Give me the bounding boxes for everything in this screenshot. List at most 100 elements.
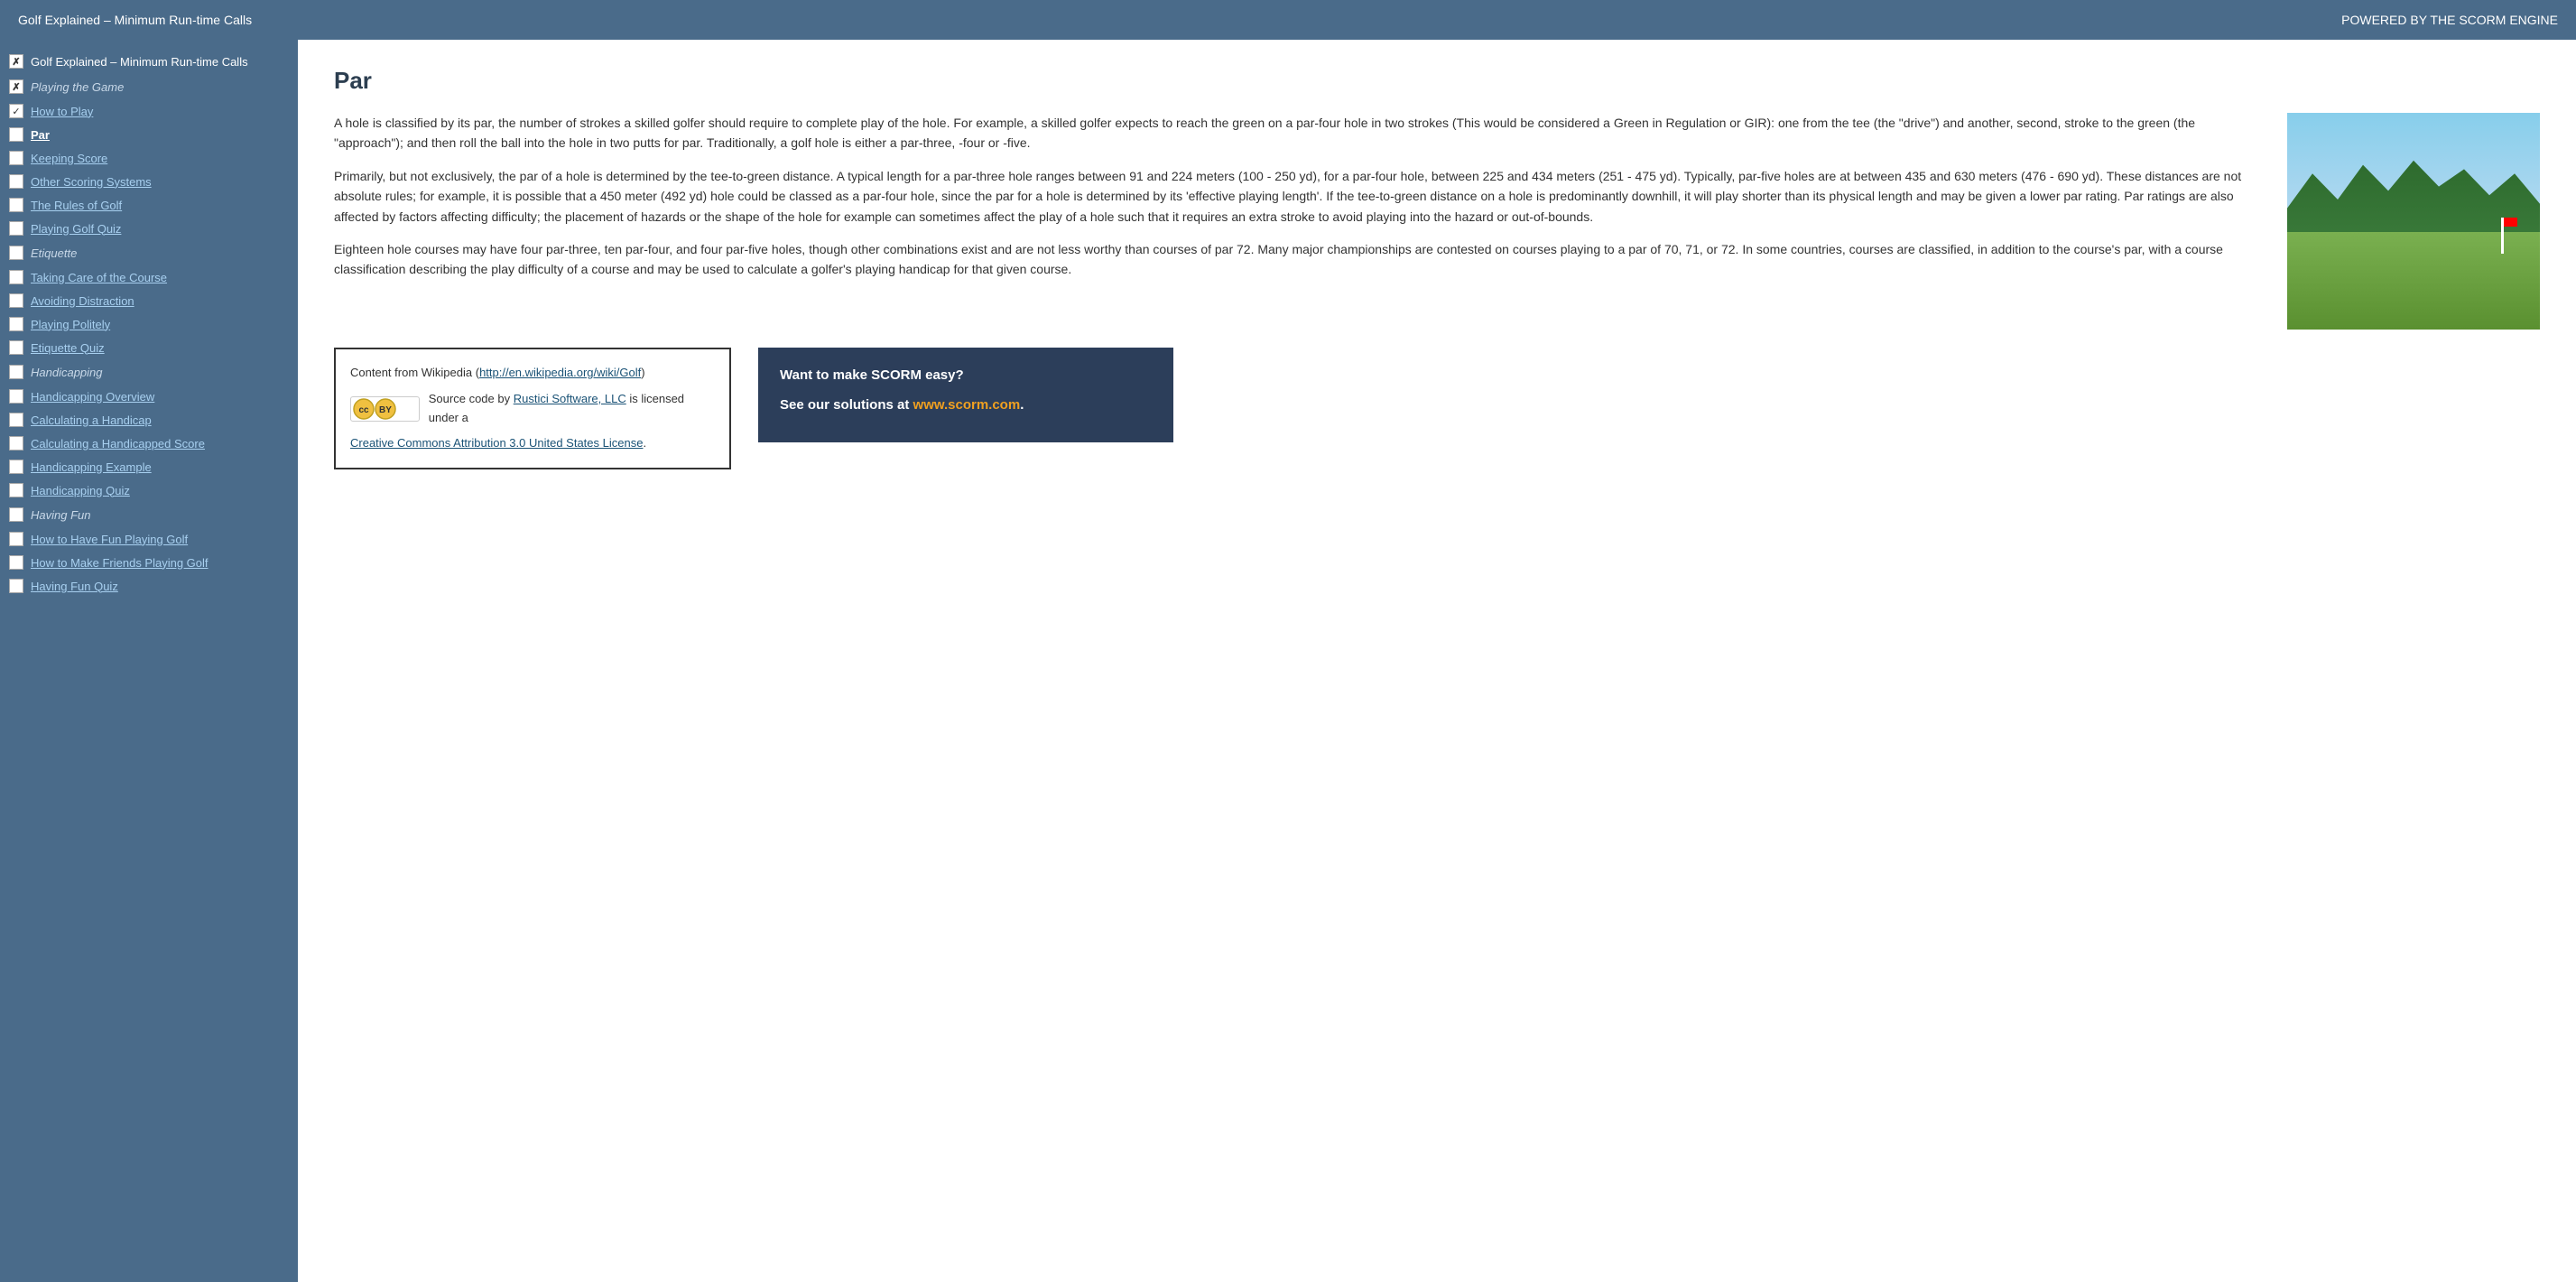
item-link-2-1[interactable]: Calculating a Handicap xyxy=(31,413,152,427)
footer-boxes: Content from Wikipedia (http://en.wikipe… xyxy=(334,348,2540,469)
item-checkbox-2-0 xyxy=(9,389,23,404)
section-checkbox-1 xyxy=(9,246,23,260)
sidebar-item-2-0[interactable]: Handicapping Overview xyxy=(0,385,298,408)
license-link[interactable]: Creative Commons Attribution 3.0 United … xyxy=(350,436,643,450)
item-link-2-2[interactable]: Calculating a Handicapped Score xyxy=(31,437,205,451)
license-row: Creative Commons Attribution 3.0 United … xyxy=(350,434,715,453)
sidebar-item-1-1[interactable]: Avoiding Distraction xyxy=(0,289,298,312)
item-checkbox-1-3 xyxy=(9,340,23,355)
scorm-link[interactable]: www.scorm.com xyxy=(913,397,1021,413)
item-checkbox-0-1 xyxy=(9,127,23,142)
section-checkbox-2 xyxy=(9,365,23,379)
sidebar-item-1-2[interactable]: Playing Politely xyxy=(0,312,298,336)
sidebar-item-3-1[interactable]: How to Make Friends Playing Golf xyxy=(0,551,298,574)
sidebar-item-1-0[interactable]: Taking Care of the Course xyxy=(0,265,298,289)
item-checkbox-2-4 xyxy=(9,483,23,497)
sidebar-item-0-1[interactable]: Par xyxy=(0,123,298,146)
sidebar-section-2: Handicapping xyxy=(0,359,298,385)
page-title: Par xyxy=(334,67,2540,95)
item-link-3-1[interactable]: How to Make Friends Playing Golf xyxy=(31,556,208,570)
sidebar-section-1: Etiquette xyxy=(0,240,298,265)
section-label-3: Having Fun xyxy=(31,508,90,522)
sidebar-item-3-2[interactable]: Having Fun Quiz xyxy=(0,574,298,598)
main-content: Par A hole is classified by its par, the… xyxy=(298,40,2576,1282)
item-checkbox-3-0 xyxy=(9,532,23,546)
powered-by: POWERED BY THE SCORM ENGINE xyxy=(2341,13,2558,27)
item-link-2-4[interactable]: Handicapping Quiz xyxy=(31,484,130,497)
scorm-line2: See our solutions at www.scorm.com. xyxy=(780,395,1152,416)
item-checkbox-2-3 xyxy=(9,460,23,474)
item-checkbox-2-1 xyxy=(9,413,23,427)
top-bar: Golf Explained – Minimum Run-time Calls … xyxy=(0,0,2576,40)
item-checkbox-1-0 xyxy=(9,270,23,284)
item-link-2-3[interactable]: Handicapping Example xyxy=(31,460,152,474)
item-link-2-0[interactable]: Handicapping Overview xyxy=(31,390,154,404)
wikipedia-box: Content from Wikipedia (http://en.wikipe… xyxy=(334,348,731,469)
content-body: A hole is classified by its par, the num… xyxy=(334,113,2540,330)
content-text: A hole is classified by its par, the num… xyxy=(334,113,2260,330)
item-checkbox-0-5 xyxy=(9,221,23,236)
paragraph-3: Eighteen hole courses may have four par-… xyxy=(334,239,2260,280)
section-label-1: Etiquette xyxy=(31,246,77,260)
image-flag xyxy=(2501,218,2504,254)
scorm-line2-prefix: See our solutions at xyxy=(780,397,913,413)
cc-badge: cc BY xyxy=(350,396,420,422)
item-link-0-3[interactable]: Other Scoring Systems xyxy=(31,175,152,189)
scorm-box: Want to make SCORM easy? See our solutio… xyxy=(758,348,1173,442)
item-checkbox-0-0 xyxy=(9,104,23,118)
section-checkbox-3 xyxy=(9,507,23,522)
section-checkbox-0 xyxy=(9,79,23,94)
item-link-0-5[interactable]: Playing Golf Quiz xyxy=(31,222,121,236)
sidebar-item-2-1[interactable]: Calculating a Handicap xyxy=(0,408,298,432)
root-label: Golf Explained – Minimum Run-time Calls xyxy=(31,55,248,69)
sidebar-item-3-0[interactable]: How to Have Fun Playing Golf xyxy=(0,527,298,551)
source-text: Source code by Rustici Software, LLC is … xyxy=(429,390,715,428)
item-link-1-3[interactable]: Etiquette Quiz xyxy=(31,341,105,355)
item-link-3-0[interactable]: How to Have Fun Playing Golf xyxy=(31,533,188,546)
item-link-0-4[interactable]: The Rules of Golf xyxy=(31,199,122,212)
svg-text:BY: BY xyxy=(379,405,392,415)
item-link-3-2[interactable]: Having Fun Quiz xyxy=(31,580,118,593)
sidebar-item-2-4[interactable]: Handicapping Quiz xyxy=(0,478,298,502)
section-label-0: Playing the Game xyxy=(31,80,124,94)
item-link-1-1[interactable]: Avoiding Distraction xyxy=(31,294,134,308)
source-link[interactable]: Rustici Software, LLC xyxy=(514,392,626,405)
item-checkbox-1-2 xyxy=(9,317,23,331)
sidebar-section-3: Having Fun xyxy=(0,502,298,527)
main-layout: Golf Explained – Minimum Run-time Calls … xyxy=(0,40,2576,1282)
item-checkbox-0-4 xyxy=(9,198,23,212)
sidebar-item-2-2[interactable]: Calculating a Handicapped Score xyxy=(0,432,298,455)
wiki-suffix: ) xyxy=(641,366,644,379)
sidebar-item-0-5[interactable]: Playing Golf Quiz xyxy=(0,217,298,240)
root-checkbox xyxy=(9,54,23,69)
sidebar-item-0-0[interactable]: How to Play xyxy=(0,99,298,123)
item-checkbox-3-1 xyxy=(9,555,23,570)
item-checkbox-0-2 xyxy=(9,151,23,165)
sidebar-item-0-3[interactable]: Other Scoring Systems xyxy=(0,170,298,193)
sidebar-item-0-2[interactable]: Keeping Score xyxy=(0,146,298,170)
sidebar-sections: Playing the Game How to Play Par Keeping Sc… xyxy=(0,74,298,598)
item-link-0-0[interactable]: How to Play xyxy=(31,105,93,118)
sidebar-item-1-3[interactable]: Etiquette Quiz xyxy=(0,336,298,359)
item-checkbox-3-2 xyxy=(9,579,23,593)
item-link-1-2[interactable]: Playing Politely xyxy=(31,318,110,331)
item-link-0-2[interactable]: Keeping Score xyxy=(31,152,107,165)
wiki-prefix: Content from Wikipedia ( xyxy=(350,366,479,379)
item-link-0-1[interactable]: Par xyxy=(31,128,50,142)
wiki-link[interactable]: http://en.wikipedia.org/wiki/Golf xyxy=(479,366,641,379)
sidebar-item-0-4[interactable]: The Rules of Golf xyxy=(0,193,298,217)
cc-icon-row: cc BY Source code by Rustici Software, L… xyxy=(350,390,715,428)
golf-course-image xyxy=(2287,113,2540,330)
scorm-period: . xyxy=(1020,397,1024,413)
sidebar-root-item[interactable]: Golf Explained – Minimum Run-time Calls xyxy=(0,49,298,74)
app-title: Golf Explained – Minimum Run-time Calls xyxy=(18,13,252,27)
sidebar: Golf Explained – Minimum Run-time Calls … xyxy=(0,40,298,1282)
sidebar-section-0: Playing the Game xyxy=(0,74,298,99)
item-checkbox-2-2 xyxy=(9,436,23,451)
item-checkbox-0-3 xyxy=(9,174,23,189)
scorm-line1: Want to make SCORM easy? xyxy=(780,366,1152,386)
item-link-1-0[interactable]: Taking Care of the Course xyxy=(31,271,167,284)
svg-text:cc: cc xyxy=(359,405,370,415)
sidebar-item-2-3[interactable]: Handicapping Example xyxy=(0,455,298,478)
section-label-2: Handicapping xyxy=(31,366,103,379)
